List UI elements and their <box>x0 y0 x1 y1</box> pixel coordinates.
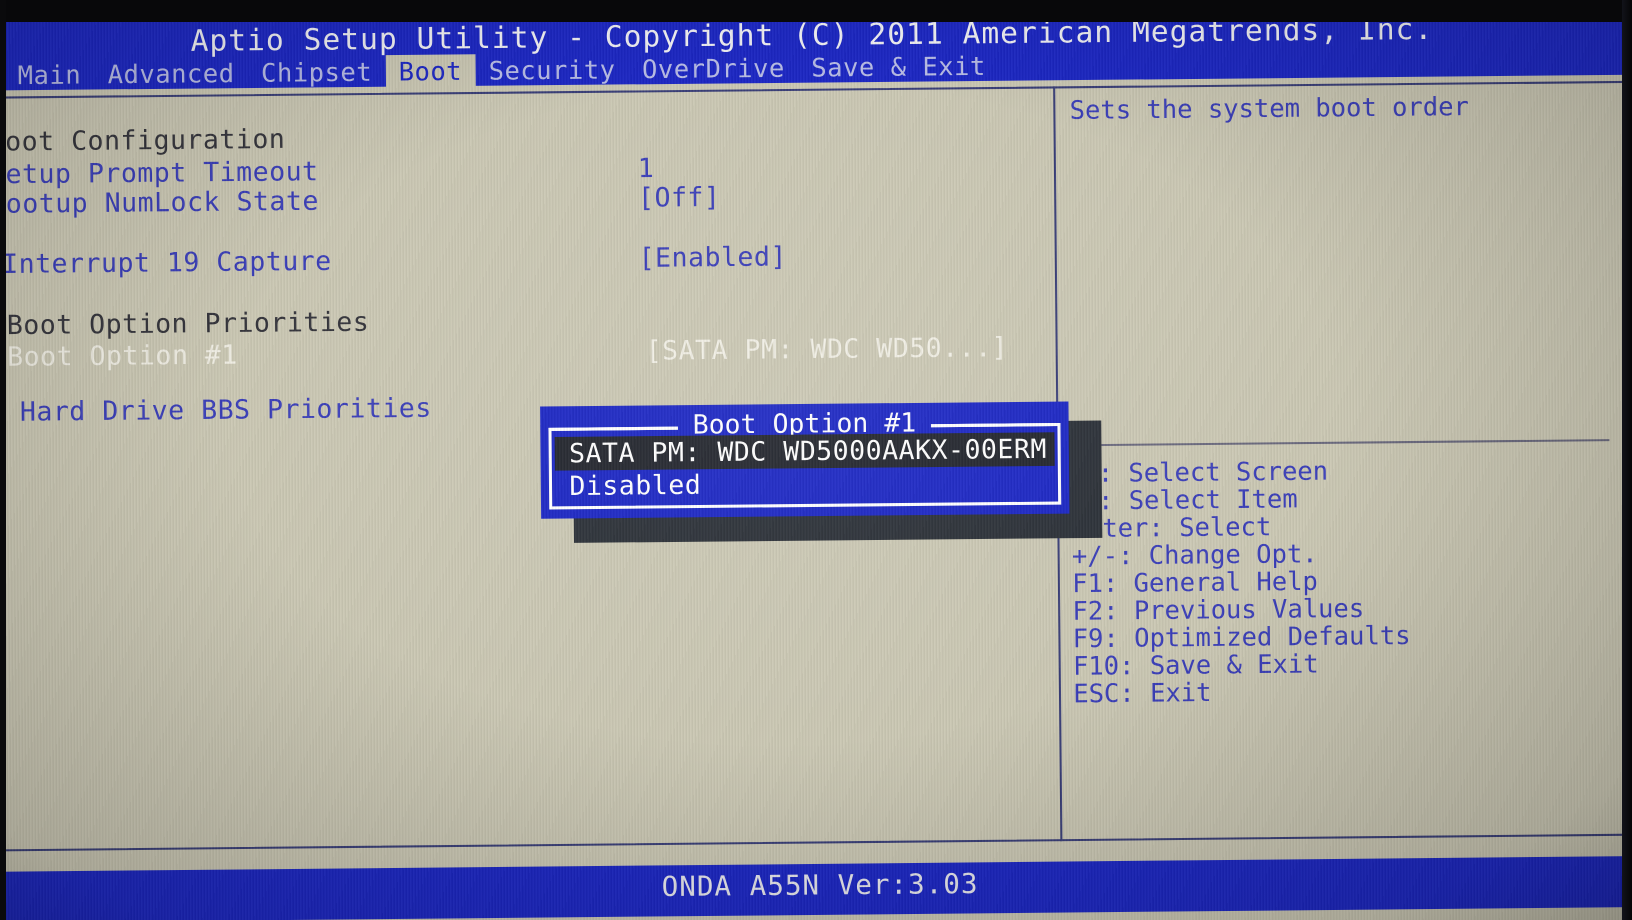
bios-screen: Aptio Setup Utility - Copyright (C) 2011… <box>0 0 1632 920</box>
row-label: Interrupt 19 Capture <box>2 246 332 281</box>
help-text: Sets the system boot order <box>1069 91 1469 126</box>
crt-image: Aptio Setup Utility - Copyright (C) 2011… <box>0 0 1632 920</box>
row-label: Boot Option Priorities <box>6 307 370 342</box>
row-label: Hard Drive BBS Priorities <box>19 393 432 428</box>
row-value[interactable]: [Off] <box>638 182 721 213</box>
key-esc-exit: ESC: Exit <box>1073 677 1212 709</box>
row-value[interactable]: [SATA PM: WDC WD50...] <box>645 333 1008 367</box>
popup-option-disabled[interactable]: Disabled <box>555 465 1055 503</box>
row-label: Boot Configuration <box>0 124 286 158</box>
key-legend: →←: Select Screen ↑↓: Select Item Enter:… <box>1071 454 1624 709</box>
tab-boot[interactable]: Boot <box>385 53 476 89</box>
tab-overdrive[interactable]: OverDrive <box>629 51 799 86</box>
row-label: Boot Option #1 <box>6 340 238 373</box>
row-value[interactable]: [Enabled] <box>638 242 787 274</box>
tab-chipset[interactable]: Chipset <box>248 55 386 90</box>
row-interrupt-19-capture[interactable]: Interrupt 19 Capture [Enabled] <box>0 238 1053 281</box>
tab-advanced[interactable]: Advanced <box>94 56 248 91</box>
monitor-bezel-top <box>0 0 1632 22</box>
tab-save-exit[interactable]: Save & Exit <box>798 49 999 85</box>
row-label: Bootup NumLock State <box>0 186 320 221</box>
boot-option-popup[interactable]: Boot Option #1 SATA PM: WDC WD5000AAKX-0… <box>540 401 1070 519</box>
row-value[interactable]: 1 <box>638 154 655 185</box>
monitor-bezel-left <box>0 0 6 920</box>
tab-main[interactable]: Main <box>4 57 94 92</box>
tab-security[interactable]: Security <box>475 52 629 87</box>
monitor-bezel-right <box>1622 0 1632 920</box>
